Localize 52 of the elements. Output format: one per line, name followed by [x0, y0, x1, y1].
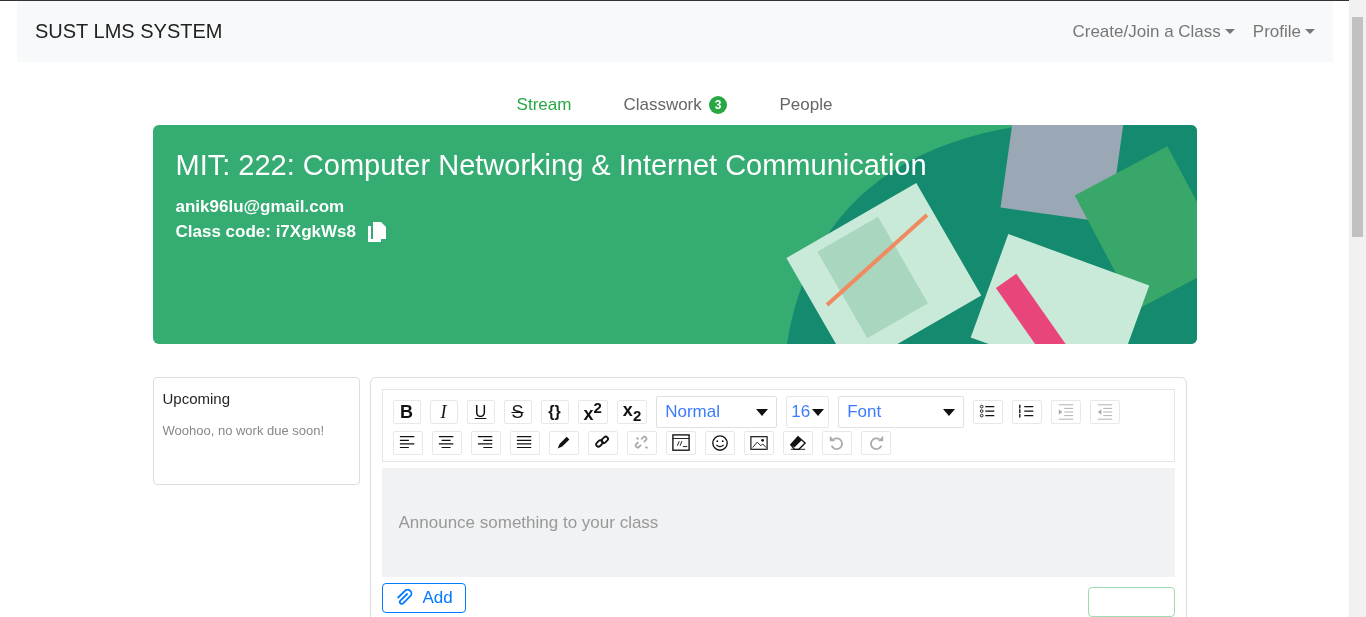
class-code: Class code: i7XgkWs8 — [175, 221, 356, 243]
toolbar-button[interactable] — [973, 400, 1004, 424]
caret-icon — [812, 408, 825, 416]
toolbar-button[interactable] — [392, 431, 423, 455]
format-button[interactable]: x$^{2}$ — [577, 400, 608, 424]
copy-icon[interactable] — [367, 221, 386, 242]
caret-icon — [1224, 29, 1235, 34]
caret-icon — [943, 408, 956, 416]
toolbar-button[interactable] — [509, 431, 540, 455]
format-button[interactable]: x$_{2}$ — [616, 400, 648, 424]
toolbar-button[interactable] — [665, 431, 696, 455]
toolbar-button[interactable] — [587, 431, 618, 455]
caret-icon — [756, 408, 769, 416]
toolbar-button[interactable] — [704, 431, 735, 455]
upcoming-title: Upcoming — [162, 390, 232, 407]
format-button[interactable]: {} — [540, 400, 569, 424]
smiley-icon — [710, 434, 729, 452]
undo-icon — [827, 434, 846, 452]
announcement-field[interactable]: Announce something to your class — [381, 468, 1175, 577]
outdent-icon — [1096, 403, 1115, 421]
paperclip-icon — [394, 589, 413, 607]
scrollbar[interactable] — [1349, 0, 1366, 617]
toolbar-button[interactable] — [548, 431, 579, 455]
teacher-email: anik96lu@gmail.com — [175, 196, 345, 218]
toolbar-button[interactable] — [470, 431, 501, 455]
nav-menu[interactable]: Create/Join a Class — [1072, 21, 1235, 42]
class-title: MIT: 222: Computer Networking & Internet Communication — [175, 149, 928, 182]
add-button[interactable]: Add — [381, 583, 466, 613]
indent-icon — [1057, 403, 1076, 421]
format-button[interactable]: I — [429, 400, 458, 424]
code-window-icon — [671, 434, 690, 452]
dropdown[interactable]: Font — [838, 396, 965, 428]
toolbar-button[interactable] — [782, 431, 813, 455]
broken-link-icon — [632, 434, 651, 452]
toolbar-button[interactable] — [743, 431, 774, 455]
toolbar-button[interactable] — [431, 431, 462, 455]
tab[interactable]: Classwork 3 — [623, 95, 728, 115]
count-badge: 3 — [708, 96, 728, 114]
brand-title[interactable]: SUST LMS SYSTEM — [35, 20, 1055, 43]
picture-icon — [749, 434, 768, 452]
format-button[interactable]: U — [466, 400, 495, 424]
font-size-dropdown[interactable]: 16 — [786, 396, 830, 428]
toolbar-button[interactable] — [1012, 400, 1043, 424]
caret-icon — [1305, 29, 1315, 34]
eraser-icon — [788, 434, 807, 452]
nav-menu[interactable]: Profile — [1252, 21, 1315, 42]
dropdown[interactable]: Normal — [656, 396, 778, 428]
tab[interactable]: People — [779, 95, 833, 115]
format-button[interactable]: B — [392, 400, 421, 424]
upcoming-message: Woohoo, no work due soon! — [162, 423, 326, 438]
tab[interactable]: Stream — [516, 95, 572, 115]
format-button[interactable]: S — [503, 400, 532, 424]
